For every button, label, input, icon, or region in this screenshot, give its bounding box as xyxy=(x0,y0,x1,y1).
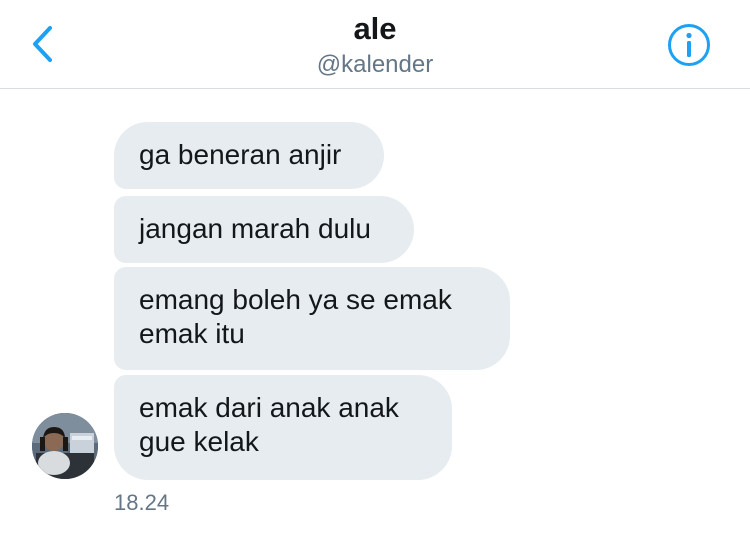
conversation-title: ale xyxy=(353,11,397,46)
conversation-title-block: ale @kalender xyxy=(0,10,750,80)
conversation-header: ale @kalender xyxy=(0,0,750,89)
message-bubble[interactable]: ga beneran anjir xyxy=(114,122,384,189)
message-bubble[interactable]: emang boleh ya se emak emak itu xyxy=(114,267,510,370)
info-button[interactable] xyxy=(666,22,712,68)
conversation-handle: @kalender xyxy=(316,51,434,78)
avatar[interactable] xyxy=(32,413,98,479)
message-timestamp: 18.24 xyxy=(114,490,170,515)
message-bubble[interactable]: emak dari anak anak gue kelak xyxy=(114,375,452,480)
info-icon xyxy=(668,24,710,66)
avatar-photo xyxy=(32,413,98,479)
message-bubble[interactable]: jangan marah dulu xyxy=(114,196,414,263)
